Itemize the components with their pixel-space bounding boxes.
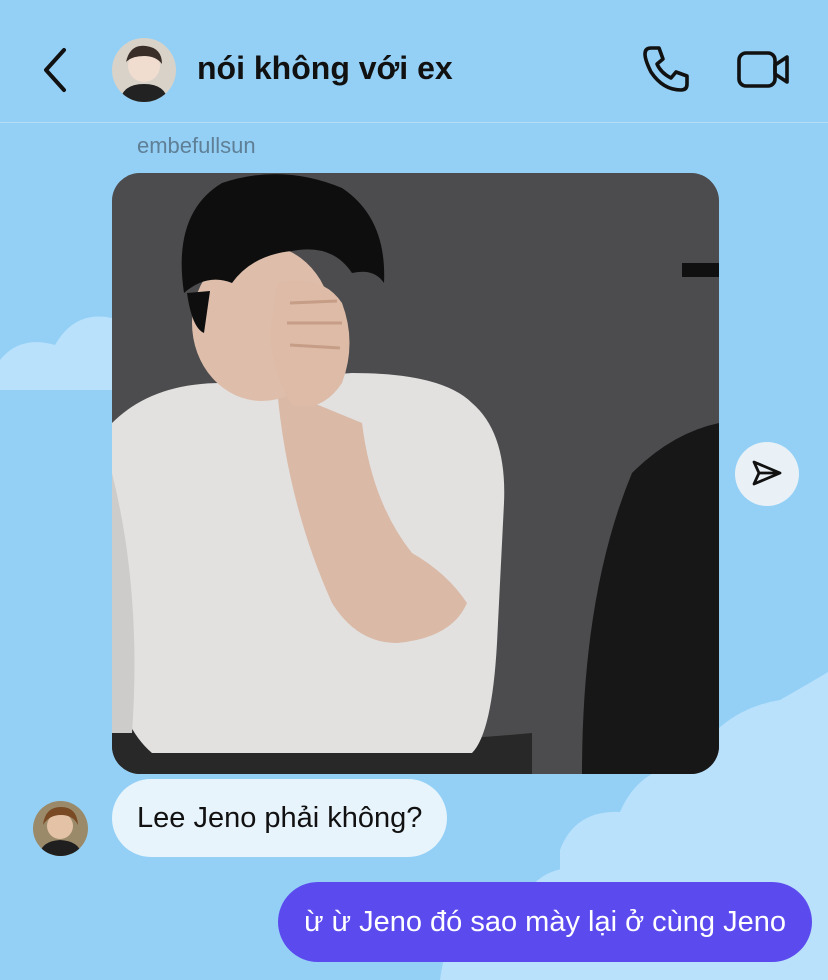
contact-avatar[interactable] <box>112 38 176 102</box>
video-call-button[interactable] <box>733 40 795 98</box>
phone-icon <box>643 46 689 92</box>
incoming-message-bubble: Lee Jeno phải không? <box>112 779 448 857</box>
paper-plane-icon <box>752 460 782 486</box>
chevron-left-icon <box>44 48 66 92</box>
share-button[interactable] <box>735 442 799 506</box>
voice-call-button[interactable] <box>637 40 695 98</box>
sender-avatar[interactable] <box>33 801 88 856</box>
video-camera-icon <box>737 51 789 88</box>
photo-message[interactable] <box>112 173 719 774</box>
outgoing-message-bubble: ừ ừ Jeno đó sao mày lại ở cùng Jeno <box>278 882 812 962</box>
chat-header: nói không với ex <box>0 0 828 123</box>
back-button[interactable] <box>30 40 80 100</box>
chat-title[interactable]: nói không với ex <box>197 50 453 87</box>
sender-username: embefullsun <box>137 133 256 158</box>
